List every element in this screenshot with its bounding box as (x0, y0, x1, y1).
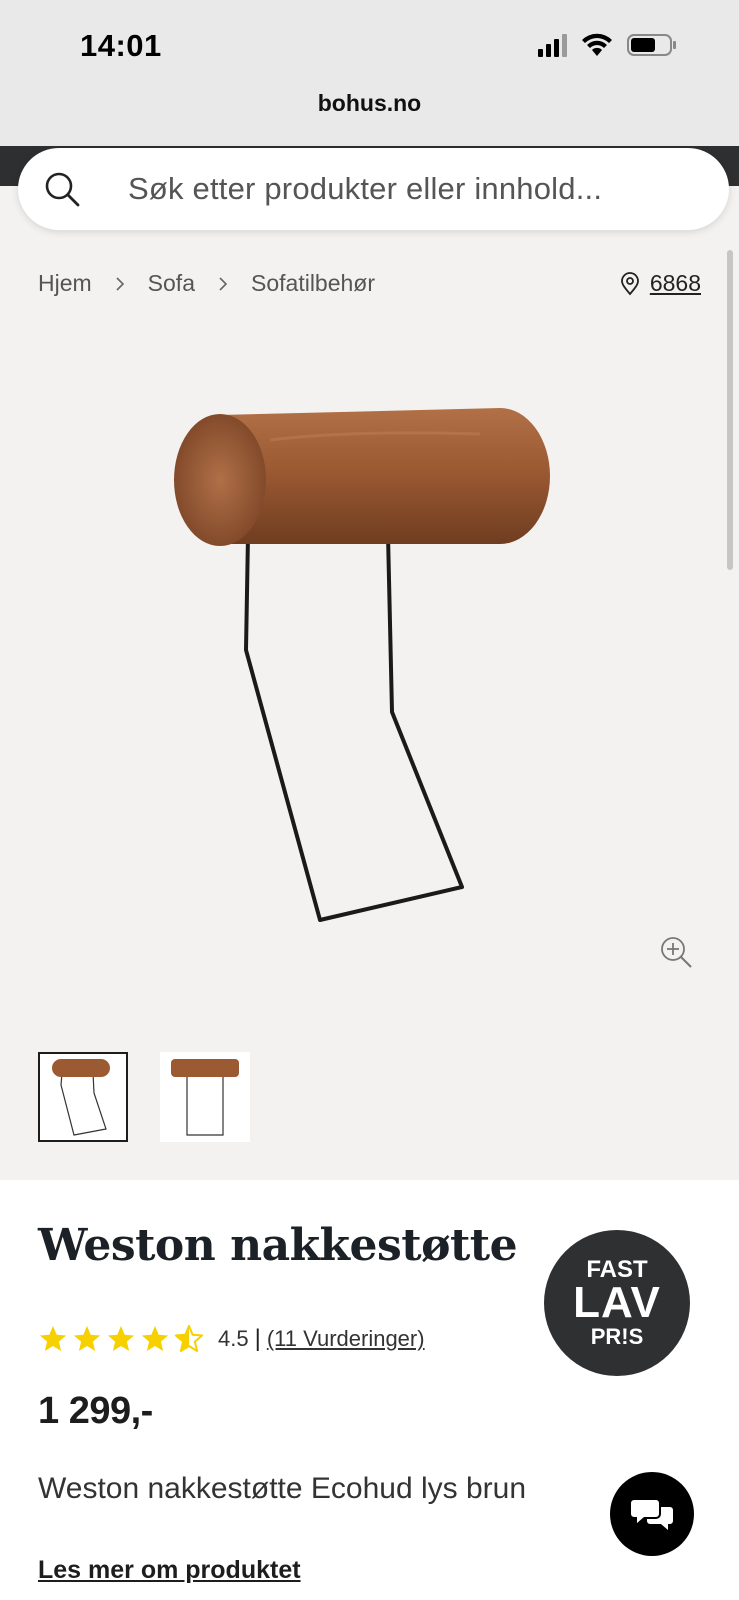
rating-value: 4.5 (218, 1326, 249, 1351)
breadcrumb-item-sofa[interactable]: Sofa (148, 270, 195, 297)
breadcrumb-item-home[interactable]: Hjem (38, 270, 92, 297)
browser-url[interactable]: bohus.no (0, 90, 739, 117)
breadcrumb: Hjem Sofa Sofatilbehør (38, 270, 375, 297)
reviews-link[interactable]: (11 Vurderinger) (267, 1326, 425, 1352)
chat-icon (631, 1500, 673, 1530)
battery-icon (627, 34, 676, 56)
star-icon (73, 1325, 101, 1351)
product-image[interactable] (150, 400, 590, 960)
thumbnail-1[interactable] (38, 1052, 128, 1142)
star-icon (107, 1325, 135, 1351)
thumbnail-image-angled (52, 1059, 110, 1136)
browser-chrome: 14:01 bohus.no (0, 0, 739, 146)
rating-separator: | (254, 1325, 261, 1352)
scrollbar[interactable] (727, 250, 733, 570)
product-price: 1 299,- (38, 1390, 153, 1432)
chevron-right-icon (116, 276, 124, 291)
breadcrumb-item-sofatilbehor[interactable]: Sofatilbehør (251, 270, 375, 297)
status-time: 14:01 (80, 28, 162, 63)
product-rating: 4.5 | (11 Vurderinger) (38, 1324, 425, 1354)
thumbnail-2[interactable] (160, 1052, 250, 1142)
badge-line-3: PR!S (590, 1324, 644, 1349)
badge-line-2: LAV (573, 1278, 661, 1327)
rating-stars (38, 1324, 204, 1354)
status-icons (538, 32, 677, 58)
search-bar[interactable]: Søk etter produkter eller innhold... (18, 148, 729, 230)
chevron-right-icon (219, 276, 228, 291)
product-title: Weston nakkestøtte (38, 1220, 518, 1271)
read-more-link[interactable]: Les mer om produktet (38, 1556, 301, 1585)
search-input[interactable]: Søk etter produkter eller innhold... (128, 171, 602, 207)
store-selector[interactable]: 6868 (620, 270, 701, 297)
location-pin-icon (620, 271, 639, 295)
star-half-icon (174, 1324, 204, 1352)
thumbnail-strip (38, 1052, 250, 1142)
search-icon (45, 172, 80, 207)
chat-button[interactable] (610, 1472, 694, 1556)
thumbnail-image-front (171, 1059, 239, 1136)
zoom-in-icon[interactable] (658, 934, 694, 970)
product-description: Weston nakkestøtte Ecohud lys brun (38, 1472, 527, 1505)
wifi-icon (582, 33, 612, 56)
signal-icon (538, 33, 567, 57)
star-icon (141, 1325, 169, 1351)
store-code[interactable]: 6868 (650, 270, 701, 297)
star-icon (39, 1325, 67, 1351)
fast-lav-pris-badge: FAST LAV PR!S (544, 1230, 690, 1376)
